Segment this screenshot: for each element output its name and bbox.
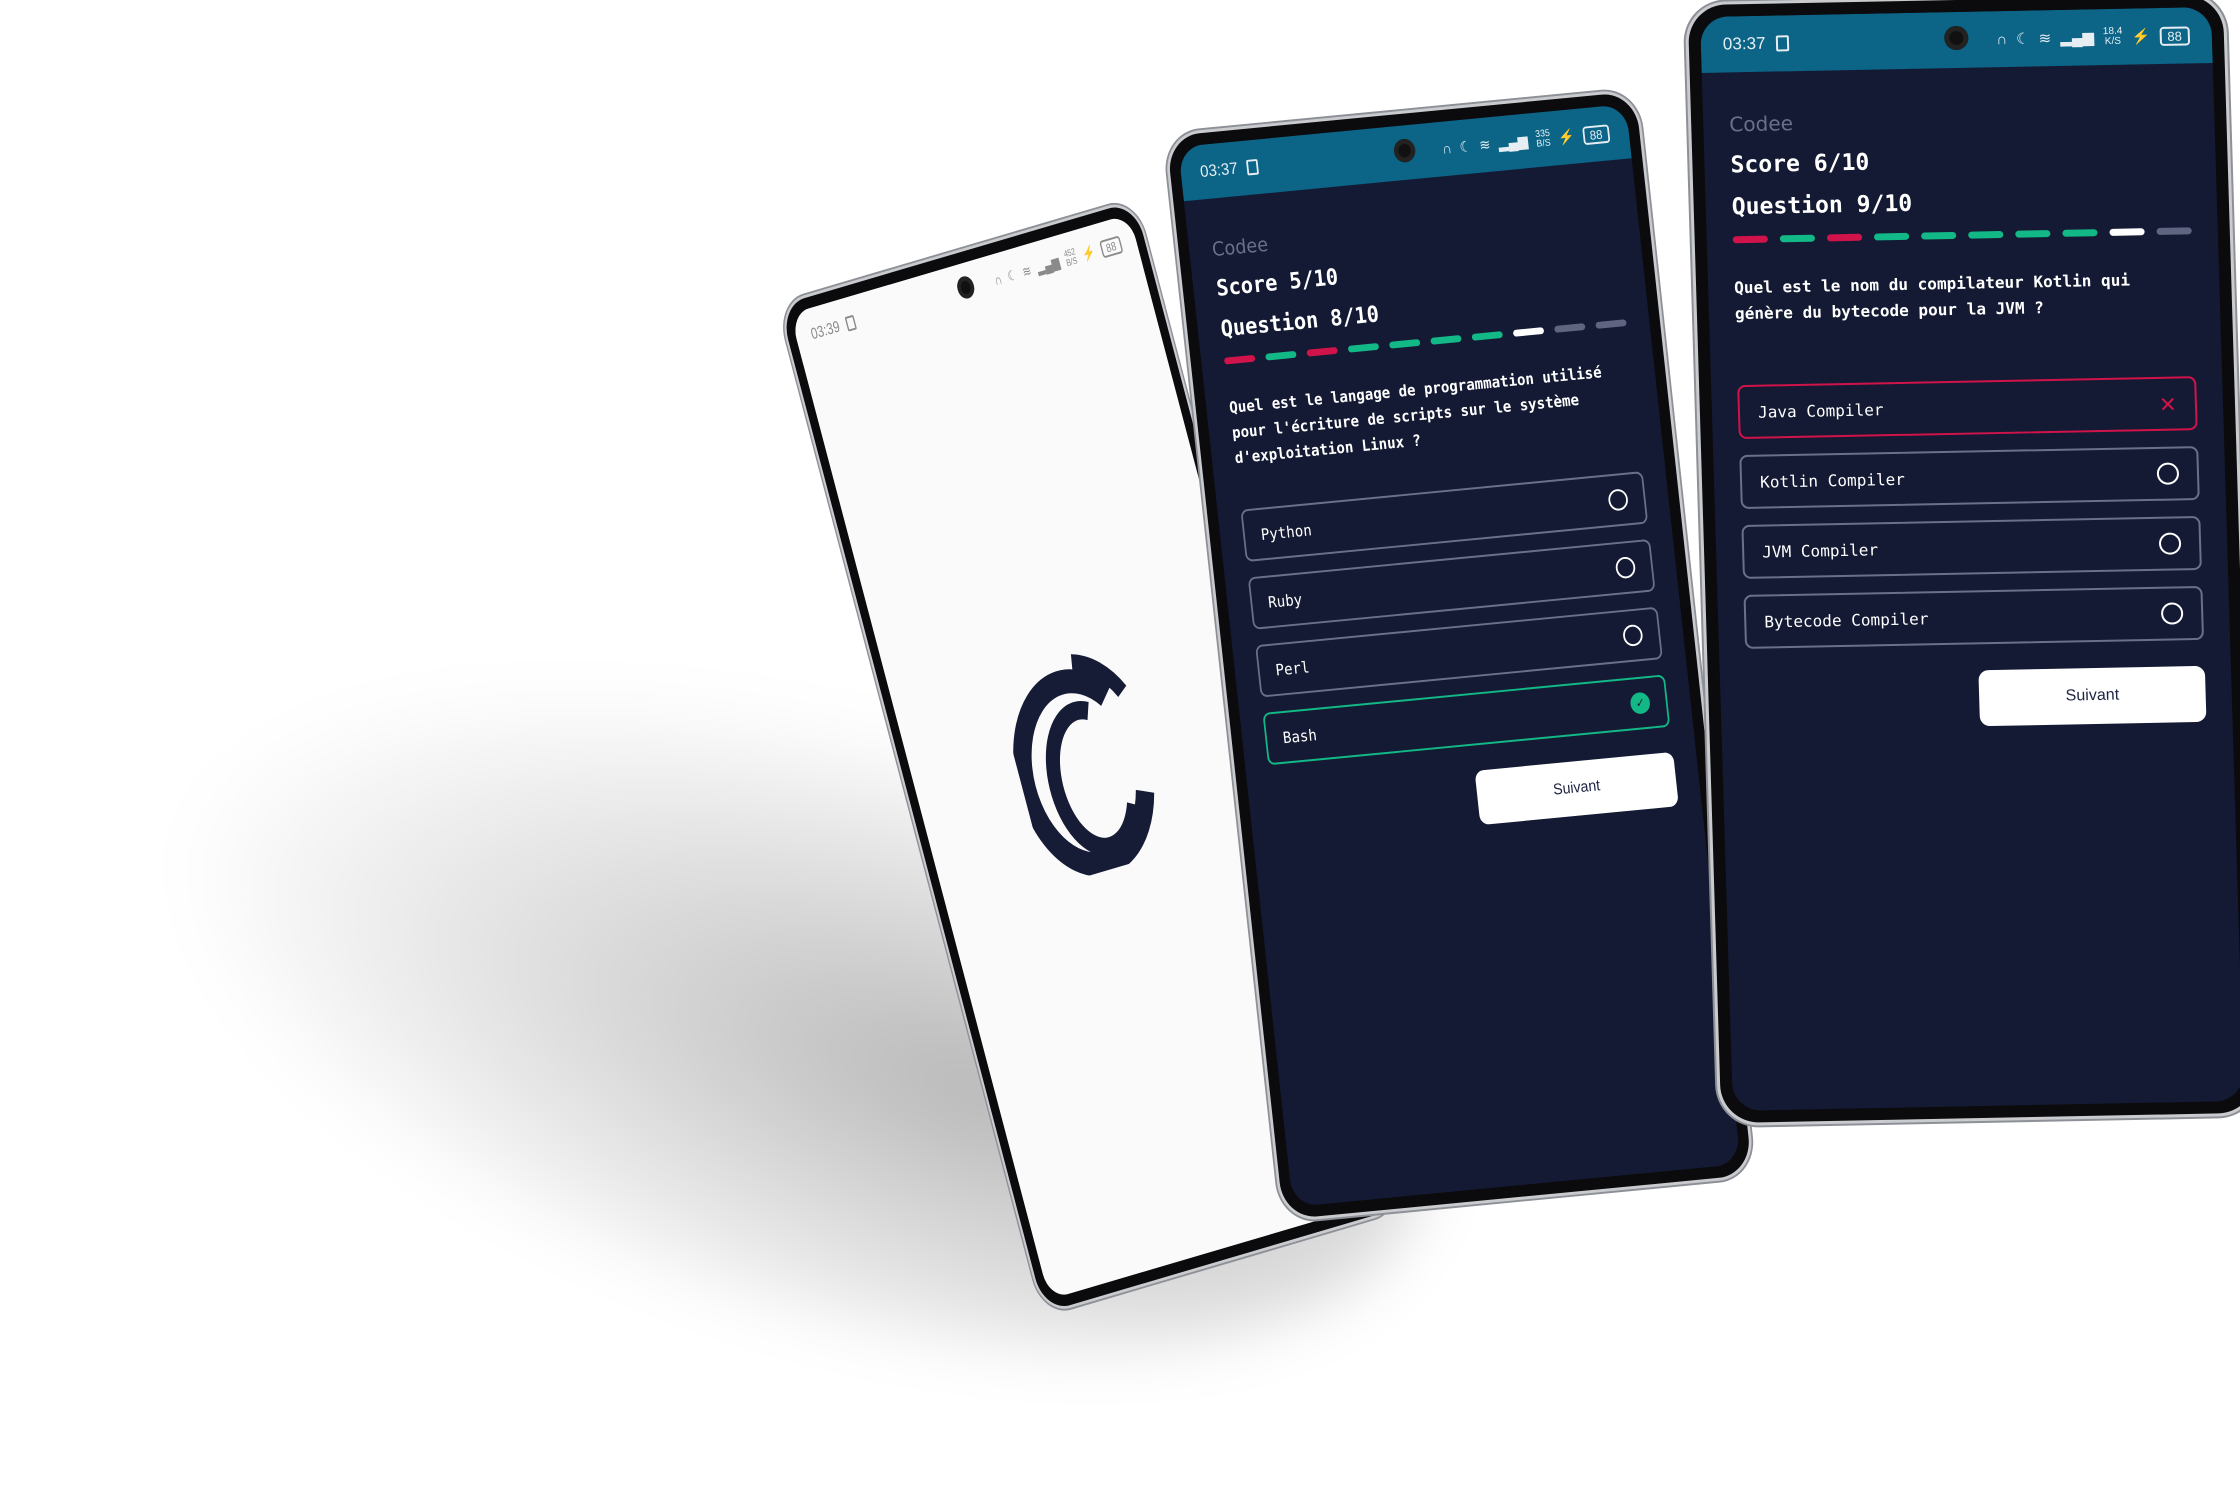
progress-segment-correct bbox=[1873, 232, 1910, 241]
wifi-icon: ≋ bbox=[1020, 262, 1034, 281]
answer-label: Kotlin Compiler bbox=[1759, 469, 1906, 492]
answer-label: Perl bbox=[1274, 657, 1311, 679]
radio-icon bbox=[1622, 623, 1644, 647]
answer-label: Bytecode Compiler bbox=[1764, 608, 1929, 631]
answer-label: Python bbox=[1259, 520, 1313, 544]
sim-icon bbox=[1245, 158, 1259, 176]
moon-icon: ☾ bbox=[2015, 30, 2030, 48]
headphones-icon: ∩ bbox=[1441, 139, 1453, 158]
battery-icon: 88 bbox=[1098, 235, 1124, 259]
headphones-icon: ∩ bbox=[992, 271, 1004, 289]
answer-label: Bash bbox=[1281, 725, 1318, 747]
network-speed: 452 B/S bbox=[1062, 246, 1079, 269]
camera-icon bbox=[1943, 25, 1969, 51]
progress-segment-correct bbox=[1347, 342, 1380, 353]
progress-segment-wrong bbox=[1306, 346, 1338, 357]
radio-icon bbox=[1614, 556, 1637, 580]
question-text: Quel est le langage de programmation uti… bbox=[1228, 362, 1603, 468]
answer-options: Java Compiler ✕ Kotlin Compiler JVM Compile… bbox=[1737, 376, 2205, 649]
progress-segment-correct bbox=[1921, 231, 1957, 240]
progress-segment-correct bbox=[1779, 234, 1816, 243]
answer-label: Java Compiler bbox=[1757, 399, 1884, 422]
progress-segment-pending bbox=[1595, 319, 1627, 329]
answer-option[interactable]: Java Compiler ✕ bbox=[1737, 376, 2198, 440]
status-time: 03:37 bbox=[1722, 33, 1766, 54]
status-bar: 03:37 ∩ ☾ ≋ ▂▄▆ 18.4 K/S ⚡ 88 bbox=[1700, 7, 2213, 73]
progress-segment-pending bbox=[2156, 227, 2192, 235]
question-counter: Question 9/10 bbox=[1731, 190, 1913, 221]
network-speed: 335 B/S bbox=[1534, 127, 1552, 150]
status-time: 03:37 bbox=[1199, 158, 1239, 181]
answer-option[interactable]: Bytecode Compiler bbox=[1743, 585, 2205, 649]
battery-icon: 88 bbox=[1581, 123, 1611, 145]
answer-label: JVM Compiler bbox=[1761, 539, 1879, 562]
progress-segment-wrong bbox=[1223, 354, 1256, 365]
close-icon: ✕ bbox=[2159, 388, 2177, 419]
sim-icon bbox=[844, 314, 857, 332]
quiz-screen: 03:37 ∩ ☾ ≋ ▂▄▆ 18.4 K/S ⚡ 88 Codee Score… bbox=[1700, 7, 2240, 1111]
codee-logo-icon bbox=[1013, 654, 1155, 877]
question-text: Quel est le nom du compilateur Kotlin qu… bbox=[1733, 270, 2131, 324]
progress-segment-correct bbox=[1471, 331, 1503, 341]
signal-icon: ▂▄▆ bbox=[1035, 254, 1062, 277]
score-label: Score 6/10 bbox=[1730, 149, 1870, 179]
headphones-icon: ∩ bbox=[1996, 30, 2008, 48]
sim-icon bbox=[1775, 35, 1789, 52]
answer-option[interactable]: JVM Compiler bbox=[1741, 516, 2202, 579]
signal-icon: ▂▄▆ bbox=[1497, 133, 1529, 153]
network-speed: 18.4 K/S bbox=[2102, 25, 2123, 48]
camera-icon bbox=[1392, 138, 1417, 164]
progress-segment-wrong bbox=[1826, 233, 1863, 242]
radio-icon bbox=[1607, 488, 1629, 512]
charging-icon: ⚡ bbox=[2131, 28, 2151, 46]
moon-icon: ☾ bbox=[1458, 138, 1473, 157]
answer-options: Python Ruby Perl Bash ✓ bbox=[1240, 471, 1671, 766]
next-button[interactable]: Suivant bbox=[1474, 751, 1679, 826]
radio-icon bbox=[2160, 602, 2184, 625]
wifi-icon: ≋ bbox=[2038, 30, 2052, 48]
progress-segment-correct bbox=[1388, 338, 1421, 349]
progress-segment-correct bbox=[2015, 230, 2051, 238]
progress-segment-correct bbox=[1968, 230, 2004, 239]
progress-bar bbox=[1732, 227, 2192, 244]
radio-icon bbox=[2158, 532, 2182, 555]
status-time: 03:39 bbox=[808, 317, 842, 343]
wifi-icon: ≋ bbox=[1478, 136, 1492, 155]
battery-icon: 88 bbox=[2159, 25, 2191, 46]
progress-segment-correct bbox=[2062, 229, 2098, 237]
progress-segment-pending bbox=[1554, 323, 1586, 333]
answer-option[interactable]: Kotlin Compiler bbox=[1739, 446, 2200, 509]
app-title: Codee bbox=[1728, 111, 1794, 137]
progress-segment-correct bbox=[1265, 350, 1297, 361]
signal-icon: ▂▄▆ bbox=[2059, 29, 2095, 47]
camera-icon bbox=[954, 274, 977, 301]
progress-segment-current bbox=[1512, 327, 1545, 337]
progress-segment-current bbox=[2109, 228, 2145, 236]
charging-icon: ⚡ bbox=[1080, 244, 1098, 264]
progress-segment-correct bbox=[1430, 335, 1462, 345]
progress-segment-wrong bbox=[1732, 235, 1768, 244]
next-button[interactable]: Suivant bbox=[1978, 665, 2207, 727]
moon-icon: ☾ bbox=[1005, 267, 1019, 286]
check-icon: ✓ bbox=[1629, 691, 1652, 715]
answer-label: Ruby bbox=[1267, 589, 1303, 612]
radio-icon bbox=[2156, 462, 2180, 485]
phone-quiz-question-9: 03:37 ∩ ☾ ≋ ▂▄▆ 18.4 K/S ⚡ 88 Codee Score… bbox=[1687, 0, 2240, 1124]
charging-icon: ⚡ bbox=[1557, 128, 1576, 147]
